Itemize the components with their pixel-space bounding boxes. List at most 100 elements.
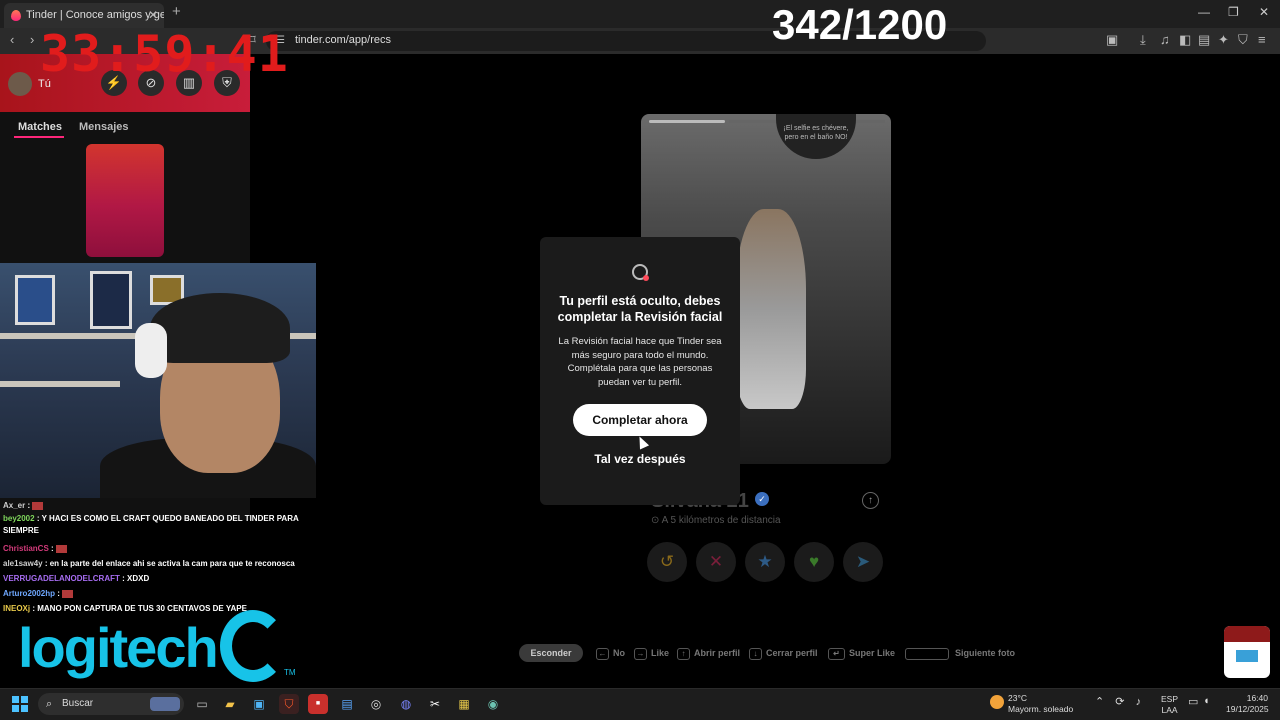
display-icon[interactable]: ▭ xyxy=(1188,695,1198,708)
tab-matches[interactable]: Matches xyxy=(18,121,62,133)
location-pin-icon: ⊙ xyxy=(651,515,662,526)
minimize-button[interactable]: — xyxy=(1198,5,1210,19)
music-icon[interactable]: ♫ xyxy=(1160,32,1170,47)
chat-username: Ax_er xyxy=(3,501,26,510)
chat-emote-icon xyxy=(55,544,67,553)
taskbar-search[interactable]: ⌕ Buscar xyxy=(38,693,184,715)
chat-separator: : xyxy=(48,544,56,553)
mic-icon[interactable]: ♪ xyxy=(1136,696,1142,708)
chat-username: ale1saw4y xyxy=(3,559,43,568)
sync-icon[interactable]: ⟳ xyxy=(1115,696,1124,708)
trademark: TM xyxy=(284,668,296,677)
wallet-icon[interactable]: ▤ xyxy=(1198,32,1210,48)
space-key-icon xyxy=(905,647,949,660)
like-button[interactable]: ♥ xyxy=(794,542,834,582)
super-like-button[interactable]: ★ xyxy=(745,542,785,582)
tinder-flame-icon xyxy=(11,10,21,21)
clock[interactable]: 16:40 19/12/2025 xyxy=(1226,693,1269,715)
face-scan-icon xyxy=(632,264,649,281)
sticky-icon[interactable]: ▦ xyxy=(454,694,474,714)
open-profile-icon[interactable]: ↑ xyxy=(862,492,879,509)
chat-message: VERRUGADELANODELCRAFT : XDXD xyxy=(0,571,316,586)
right-key-icon: → xyxy=(634,647,647,660)
chat-message: bey2002 : Y HACI ES COMO EL CRAFT QUEDO … xyxy=(0,513,316,537)
up-key-icon: ↑ xyxy=(677,647,690,660)
shortcut-open-profile: ↑ Abrir perfil xyxy=(677,644,740,662)
boost-button[interactable]: ➤ xyxy=(843,542,883,582)
forward-icon[interactable]: › xyxy=(30,32,34,47)
weather-widget[interactable]: 23°C Mayorm. soleado xyxy=(990,693,1073,715)
match-card[interactable] xyxy=(86,144,164,257)
rewind-button[interactable]: ↺ xyxy=(647,542,687,582)
notepad-icon[interactable]: ▤ xyxy=(337,694,357,714)
store-icon[interactable]: ▣ xyxy=(249,694,269,714)
file-explorer-icon[interactable]: ▰ xyxy=(220,694,240,714)
sun-icon xyxy=(990,695,1004,709)
shortcut-super-like: ↵ Super Like xyxy=(828,644,895,662)
chat-separator: : xyxy=(119,574,127,583)
restore-button[interactable]: ❐ xyxy=(1228,5,1239,19)
nope-button[interactable]: ✕ xyxy=(696,542,736,582)
stream-chat: Ax_er : bey2002 : Y HACI ES COMO EL CRAF… xyxy=(0,498,316,618)
ai-icon[interactable]: ✦ xyxy=(1218,32,1229,48)
enter-key-icon: ↵ xyxy=(828,647,845,660)
system-tray[interactable]: ⌃ ⟳ ♪ xyxy=(1095,695,1141,708)
active-tab-indicator xyxy=(14,136,64,138)
stream-timer: 33:59:41 xyxy=(40,25,289,83)
modal-title: Tu perfil está oculto, debes completar l… xyxy=(557,294,723,324)
complete-now-button[interactable]: Completar ahora xyxy=(573,404,707,436)
time: 16:40 xyxy=(1246,693,1268,703)
chevron-up-icon[interactable]: ⌃ xyxy=(1095,696,1104,708)
menu-icon[interactable]: ≡ xyxy=(1258,32,1266,47)
shortcut-next-photo: Siguiente foto xyxy=(905,644,1015,662)
webcam-feed xyxy=(0,263,316,498)
volume-icon[interactable]: ◖ xyxy=(1203,695,1210,707)
chat-text: en la parte del enlace ahi se activa la … xyxy=(49,559,295,568)
capcut-icon[interactable]: ✂ xyxy=(425,694,445,714)
download-icon[interactable]: ⤓ xyxy=(1140,32,1146,48)
chat-message: Arturo2002hp : xyxy=(0,586,316,601)
date: 19/12/2025 xyxy=(1226,704,1269,714)
chat-message: Ax_er : xyxy=(0,498,316,513)
url-text[interactable]: tinder.com/app/recs xyxy=(295,34,391,46)
shortcut-label: Cerrar perfil xyxy=(766,648,818,658)
tab-mensajes[interactable]: Mensajes xyxy=(79,121,129,133)
chat-username: ChristianCS xyxy=(3,544,49,553)
task-view-icon[interactable]: ▭ xyxy=(192,694,212,714)
shortcut-no: ← No xyxy=(596,644,625,662)
chat-separator: : xyxy=(34,514,42,523)
language-indicator[interactable]: ESP LAA xyxy=(1161,694,1178,716)
close-window-button[interactable]: ✕ xyxy=(1259,5,1269,19)
back-icon[interactable]: ‹ xyxy=(10,32,14,47)
chat-username: bey2002 xyxy=(3,514,35,523)
windows-start-icon[interactable] xyxy=(12,696,28,712)
sidebar-toggle-icon[interactable]: ◧ xyxy=(1179,32,1191,48)
keyboard-shortcuts-bar: Esconder ← No → Like ↑ Abrir perfil ↓ Cerrar… xyxy=(519,644,1039,662)
search-placeholder: Buscar xyxy=(62,698,94,709)
photo-caption: ¡El selfie es chévere, pero en el baño N… xyxy=(776,114,856,159)
distance-text: A 5 kilómetros de distancia xyxy=(661,515,781,526)
chat-separator: : xyxy=(25,501,33,510)
browser-tab-bar xyxy=(0,0,1280,28)
voicemod-icon[interactable]: ■ xyxy=(308,694,328,714)
shield-icon[interactable]: ⛉ xyxy=(1238,32,1248,48)
reader-icon[interactable]: ▣ xyxy=(1106,32,1118,48)
obs-icon[interactable]: ◎ xyxy=(366,694,386,714)
modal-body: La Revisión facial hace que Tinder sea m… xyxy=(558,336,722,388)
hide-shortcuts-button[interactable]: Esconder xyxy=(519,644,583,662)
maybe-later-button[interactable]: Tal vez después xyxy=(573,452,707,466)
avatar[interactable] xyxy=(8,72,32,96)
new-tab-button[interactable]: + xyxy=(172,3,181,20)
chat-username: Arturo2002hp xyxy=(3,589,56,598)
shortcut-label: Super Like xyxy=(849,648,896,658)
shortcut-like: → Like xyxy=(634,644,669,662)
shortcut-label: Like xyxy=(651,648,670,658)
brave-browser-icon[interactable]: ⛉ xyxy=(279,694,299,714)
tab-title: Tinder | Conoce amigos y gente xyxy=(26,9,164,21)
globe-app-icon[interactable]: ◉ xyxy=(483,694,503,714)
lang-top: ESP xyxy=(1161,694,1179,704)
stream-counter: 342/1200 xyxy=(772,1,948,48)
chat-emote-icon xyxy=(32,501,44,510)
chat-separator: : xyxy=(55,589,63,598)
discord-icon[interactable]: ◍ xyxy=(396,694,416,714)
